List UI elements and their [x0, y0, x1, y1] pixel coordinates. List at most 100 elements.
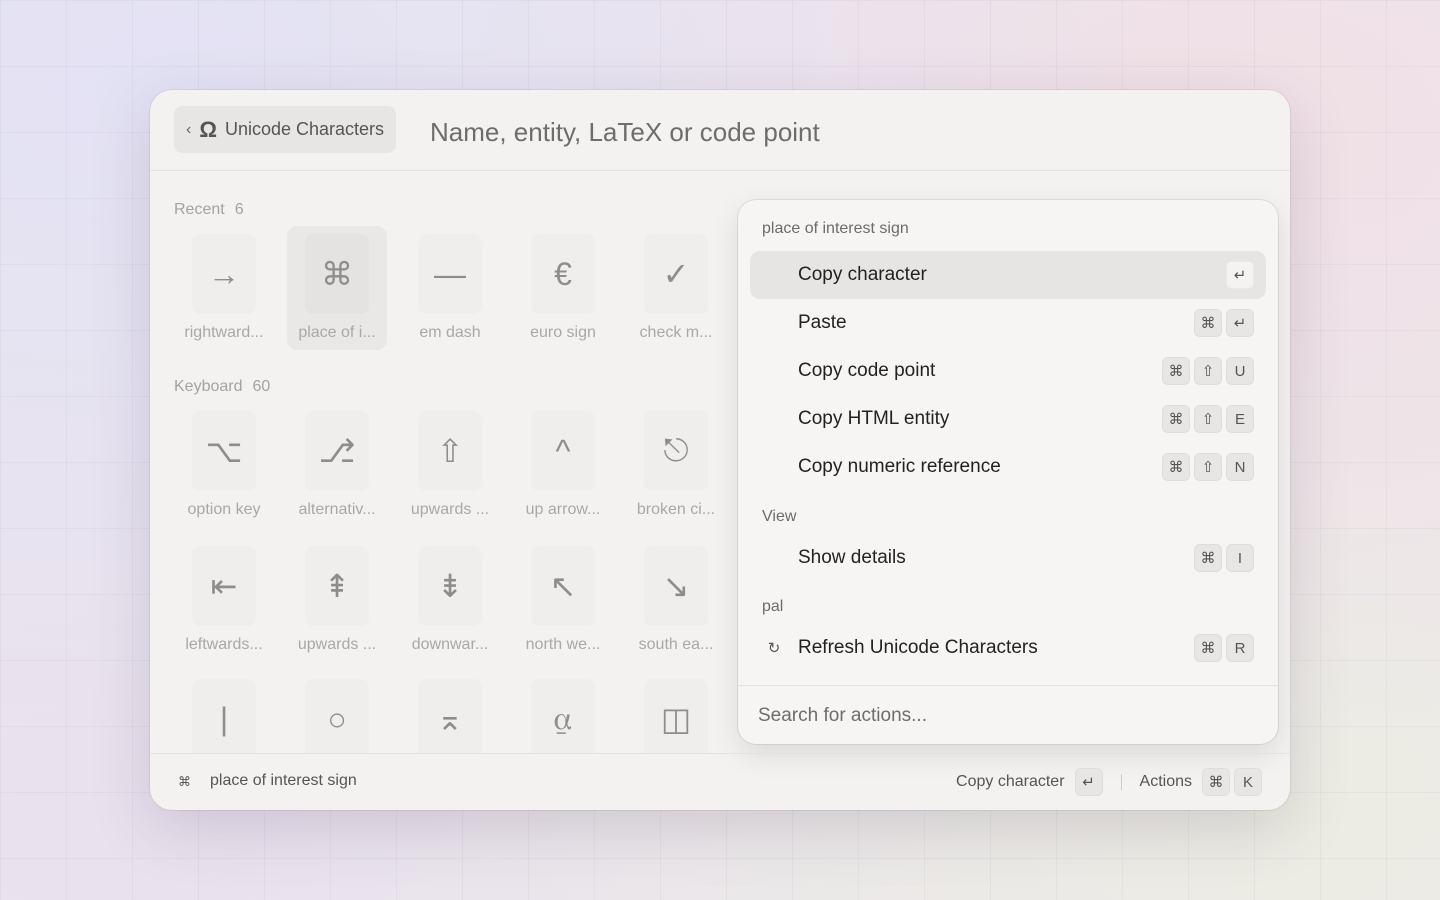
character-glyph: ○ — [305, 679, 369, 754]
shortcut-key: ⇧ — [1194, 357, 1222, 385]
back-button[interactable]: ‹ Ω Unicode Characters — [174, 106, 397, 153]
grid-cell[interactable]: ↖ north we... — [513, 538, 613, 662]
action-item[interactable]: Paste ⌘ ↵ — [750, 299, 1266, 347]
extension-name: Unicode Characters — [224, 119, 385, 139]
character-glyph: ◫ — [644, 679, 708, 754]
shortcut-key: ⇧ — [1194, 405, 1222, 433]
character-glyph: ⌅ — [418, 679, 482, 754]
action-label: Refresh Unicode Characters — [798, 637, 1038, 658]
character-name: option key — [187, 501, 261, 518]
character-name: upwards ... — [410, 501, 490, 518]
shortcut-key: ⌘ — [1162, 453, 1190, 481]
footer: ⌘ place of interest sign Copy character … — [150, 753, 1290, 810]
grid-cell[interactable]: ⇞ upwards ... — [287, 538, 387, 662]
character-name: south ea... — [638, 636, 714, 653]
grid-cell[interactable]: ⎋ broken ci... — [626, 403, 726, 527]
section-view: View — [762, 508, 797, 525]
grid-cell[interactable]: ✓ check m... — [626, 226, 726, 350]
action-label: Copy code point — [798, 360, 936, 381]
actions-button[interactable]: Actions — [1140, 773, 1192, 791]
shortcut-key: ⇧ — [1194, 453, 1222, 481]
divider — [1120, 774, 1122, 790]
character-name: em dash — [419, 324, 481, 341]
character-glyph: ✓ — [644, 234, 708, 314]
grid-cell[interactable]: ⎇ alternativ... — [287, 403, 387, 527]
grid-cell[interactable]: ^ up arrow... — [513, 403, 613, 527]
shortcut-key: R — [1226, 634, 1254, 662]
action-item[interactable]: Show details ⌘ I — [750, 534, 1266, 582]
character-name: alternativ... — [298, 501, 376, 518]
grid-cell[interactable]: ⇧ upwards ... — [400, 403, 500, 527]
character-glyph: ⇧ — [418, 411, 482, 491]
actions-shortcut: ⌘ K — [1202, 768, 1262, 796]
character-name: leftwards... — [185, 636, 263, 653]
character-glyph: ↖ — [531, 546, 595, 626]
shortcut-key: I — [1226, 544, 1254, 572]
character-glyph: ⍶ — [531, 679, 595, 754]
grid-cell[interactable]: ⇤ leftwards... — [174, 538, 274, 662]
action-label: Copy numeric reference — [798, 456, 1001, 477]
grid-cell[interactable]: ⌥ option key — [174, 403, 274, 527]
grid-cell[interactable]: | — [174, 671, 274, 754]
grid-cell[interactable]: ◫ — [626, 671, 726, 754]
character-name: check m... — [639, 324, 713, 341]
character-name: euro sign — [530, 324, 596, 341]
section-recent: Recent 6 — [174, 201, 244, 218]
action-label: Paste — [798, 312, 847, 333]
character-glyph: ⇞ — [305, 546, 369, 626]
shortcut-key: U — [1226, 357, 1254, 385]
grid-cell[interactable]: ↘ south ea... — [626, 538, 726, 662]
section-keyboard: Keyboard 60 — [174, 378, 271, 395]
shortcut-key: ⌘ — [1162, 357, 1190, 385]
grid-cell[interactable]: ⍶ — [513, 671, 613, 754]
action-shortcut: ⌘ ⇧ N — [1162, 453, 1254, 481]
shortcut-key: ↵ — [1226, 261, 1254, 289]
action-shortcut: ⌘ ⇧ E — [1162, 405, 1254, 433]
shortcut-key: ⌘ — [1194, 309, 1222, 337]
header: ‹ Ω Unicode Characters — [150, 90, 1290, 171]
character-glyph: | — [192, 679, 256, 754]
action-shortcut: ⌘ I — [1194, 544, 1254, 572]
character-glyph: ⌘ — [305, 234, 369, 314]
chevron-left-icon: ‹ — [186, 120, 192, 138]
character-name: upwards ... — [297, 636, 377, 653]
action-item[interactable]: Copy HTML entity ⌘ ⇧ E — [750, 395, 1266, 443]
action-shortcut: ⌘ ⇧ U — [1162, 357, 1254, 385]
character-name: rightward... — [184, 324, 264, 341]
refresh-icon: ↻ — [767, 640, 781, 657]
grid-cell[interactable]: ○ — [287, 671, 387, 754]
character-glyph: — — [418, 234, 482, 314]
action-item[interactable]: ↻ Refresh Unicode Characters ⌘ R — [750, 624, 1266, 672]
action-search-bar — [738, 685, 1278, 744]
shortcut-key: ⌘ — [1162, 405, 1190, 433]
character-glyph: ⎋ — [644, 411, 708, 491]
action-item[interactable]: Copy code point ⌘ ⇧ U — [750, 347, 1266, 395]
character-name: up arrow... — [525, 501, 601, 518]
grid-cell[interactable]: ⇟ downwar... — [400, 538, 500, 662]
section-pal: pal — [762, 598, 784, 615]
shortcut-key: N — [1226, 453, 1254, 481]
shortcut-key: ⌘ — [1194, 544, 1222, 572]
shortcut-key: E — [1226, 405, 1254, 433]
grid-cell[interactable]: — em dash — [400, 226, 500, 350]
grid-cell[interactable]: ⌘ place of i... — [287, 226, 387, 350]
character-name: downwar... — [411, 636, 489, 653]
action-item[interactable]: Copy character ↵ — [750, 251, 1266, 299]
action-panel-title: place of interest sign — [762, 220, 909, 237]
grid-cell[interactable]: € euro sign — [513, 226, 613, 350]
action-item[interactable]: Copy numeric reference ⌘ ⇧ N — [750, 443, 1266, 491]
character-glyph: ⎇ — [305, 411, 369, 491]
shortcut-key: ⌘ — [1202, 768, 1230, 796]
action-label: Show details — [798, 547, 906, 568]
shortcut-key: K — [1234, 768, 1262, 796]
search-input[interactable] — [428, 110, 992, 154]
character-glyph: ↘ — [644, 546, 708, 626]
grid-cell[interactable]: → rightward... — [174, 226, 274, 350]
character-glyph: ⇤ — [192, 546, 256, 626]
command-icon: ⌘ — [178, 774, 191, 789]
action-search-input[interactable] — [756, 700, 1240, 732]
selected-item-name: place of interest sign — [210, 772, 357, 789]
primary-action-button[interactable]: Copy character — [956, 773, 1065, 791]
action-label: Copy character — [798, 264, 927, 285]
grid-cell[interactable]: ⌅ — [400, 671, 500, 754]
